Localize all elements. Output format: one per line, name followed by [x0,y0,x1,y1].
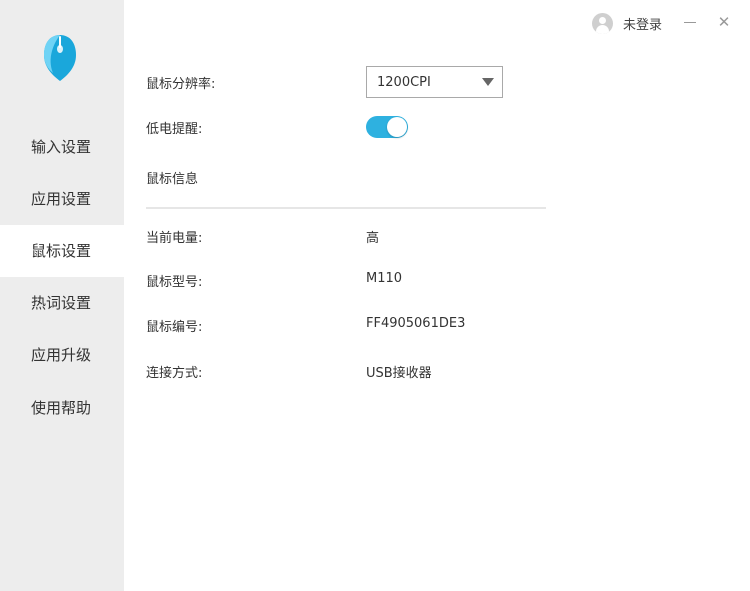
sidebar-item-input-settings[interactable]: 输入设置 [0,121,124,173]
connection-label: 连接方式: [146,366,203,381]
user-login[interactable]: 未登录 [592,12,662,34]
caret-down-icon [482,78,494,86]
resolution-value: 1200CPI [377,74,431,90]
user-avatar-icon [592,12,613,34]
close-button[interactable]: ✕ [714,12,734,32]
close-icon: ✕ [717,13,731,31]
login-status-label[interactable]: 未登录 [623,14,662,33]
sidebar-item-app-upgrade[interactable]: 应用升级 [0,329,124,381]
model-label: 鼠标型号: [146,275,203,290]
mouse-logo-icon [44,35,76,81]
sidebar-item-help[interactable]: 使用帮助 [0,382,124,434]
minimize-icon [684,21,696,23]
battery-value: 高 [366,231,380,246]
toggle-knob [387,117,407,137]
section-divider [146,207,546,209]
minimize-button[interactable] [680,12,700,32]
low-battery-label: 低电提醒: [146,122,203,137]
serial-value: FF4905061DE3 [366,316,466,331]
sidebar-item-hotword-settings[interactable]: 热词设置 [0,277,124,329]
mouse-info-heading: 鼠标信息 [146,172,199,187]
low-battery-toggle[interactable] [366,116,408,138]
connection-value: USB接收器 [366,366,432,381]
sidebar-item-app-settings[interactable]: 应用设置 [0,173,124,225]
serial-label: 鼠标编号: [146,320,203,335]
battery-label: 当前电量: [146,231,203,246]
sidebar-item-mouse-settings[interactable]: 鼠标设置 [0,225,124,277]
resolution-label: 鼠标分辨率: [146,77,216,92]
model-value: M110 [366,271,403,286]
resolution-select[interactable]: 1200CPI [366,66,503,98]
sidebar: 输入设置 应用设置 鼠标设置 热词设置 应用升级 使用帮助 [0,0,124,591]
